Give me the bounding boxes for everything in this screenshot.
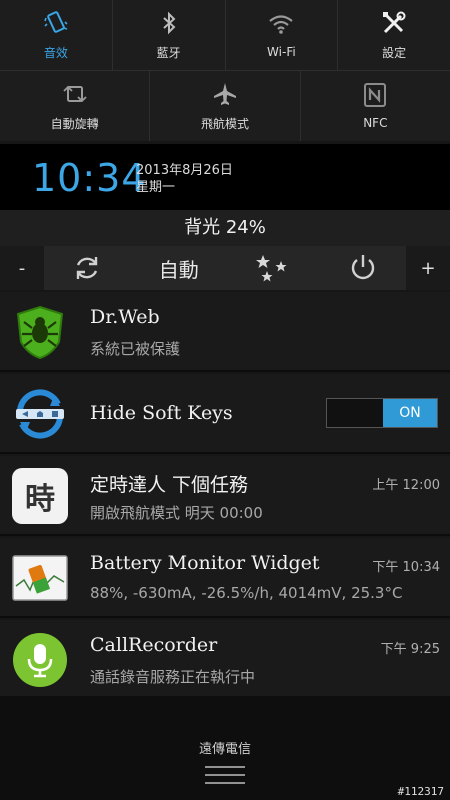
notification-drweb[interactable]: Dr.Web 系統已被保護: [0, 292, 450, 372]
tile-nfc[interactable]: NFC: [301, 71, 450, 141]
nfc-icon: [364, 83, 387, 107]
brightness-label: 背光 24%: [0, 210, 450, 246]
notification-title: CallRecorder: [90, 634, 218, 656]
bottom-area: 遠傳電信 #112317: [0, 696, 450, 800]
clock-date: 2013年8月26日: [136, 163, 233, 178]
notification-time: 下午 10:34: [372, 560, 440, 575]
watermark: #112317: [397, 785, 444, 798]
brightness-options: 自動: [44, 253, 406, 283]
notification-time: 上午 12:00: [372, 478, 440, 493]
tile-auto-rotate[interactable]: 自動旋轉: [0, 71, 151, 141]
tile-label: 音效: [43, 45, 68, 60]
clock-time: 10:34: [32, 156, 147, 200]
notification-timer-app[interactable]: 時 定時達人 下個任務 開啟飛航模式 明天 00:00 上午 12:00: [0, 456, 450, 536]
notification-title: 定時達人 下個任務: [90, 474, 249, 496]
battery-monitor-icon: [12, 555, 68, 601]
notification-subtitle: 通話錄音服務正在執行中: [90, 668, 256, 686]
notification-battery-monitor[interactable]: Battery Monitor Widget 88%, -630mA, -26.…: [0, 538, 450, 618]
tile-airplane-mode[interactable]: 飛航模式: [150, 71, 301, 141]
notification-title: Battery Monitor Widget: [90, 552, 320, 574]
tile-label: 自動旋轉: [50, 116, 99, 131]
notification-title: Hide Soft Keys: [90, 402, 233, 424]
toggle-off-side: [327, 399, 383, 427]
tile-settings[interactable]: 設定: [338, 0, 450, 70]
clock-date-block: 2013年8月26日 星期一: [136, 162, 233, 196]
notification-time: 下午 9:25: [380, 642, 440, 657]
notification-hide-soft-keys[interactable]: Hide Soft Keys ON: [0, 374, 450, 454]
brightness-increase-button[interactable]: +: [406, 246, 450, 290]
tile-label: 藍牙: [156, 45, 181, 60]
night-stars-icon[interactable]: [255, 253, 291, 283]
vibrate-icon: [44, 10, 68, 33]
tile-label: 飛航模式: [200, 116, 249, 131]
hide-soft-keys-toggle[interactable]: ON: [326, 398, 438, 428]
timer-app-icon-glyph: 時: [25, 482, 55, 517]
brightness-controls: - 自動 +: [0, 246, 450, 290]
power-icon[interactable]: [348, 253, 378, 283]
menu-handle-icon: [205, 766, 245, 784]
tile-sound[interactable]: 音效: [0, 0, 113, 70]
microphone-icon: [13, 633, 67, 687]
drweb-spider-icon: [16, 305, 64, 360]
tile-label: NFC: [363, 116, 388, 130]
notification-subtitle: 開啟飛航模式 明天 00:00: [90, 504, 263, 522]
toggle-on-label: ON: [383, 399, 437, 427]
sync-icon[interactable]: [72, 253, 102, 283]
timer-app-icon: 時: [12, 468, 68, 524]
clock-panel[interactable]: 10:34 2013年8月26日 星期一: [0, 144, 450, 210]
clock-weekday: 星期一: [136, 180, 176, 195]
hide-soft-keys-icon: [16, 389, 64, 439]
tile-wifi[interactable]: Wi-Fi: [226, 0, 339, 70]
bluetooth-icon: [162, 11, 176, 34]
quick-settings-top-row: 音效 藍牙 Wi-Fi 設定: [0, 0, 450, 71]
wifi-icon: [269, 15, 294, 34]
tile-label: Wi-Fi: [267, 45, 296, 59]
quick-settings-bottom-row: 自動旋轉 飛航模式 NFC: [0, 71, 450, 141]
tile-bluetooth[interactable]: 藍牙: [113, 0, 226, 70]
brightness-auto-button[interactable]: 自動: [159, 254, 199, 283]
carrier-label: 遠傳電信: [198, 742, 251, 757]
notification-subtitle: 系統已被保護: [90, 340, 181, 358]
airplane-icon: [213, 82, 236, 105]
notification-title: Dr.Web: [90, 306, 160, 328]
drawer-handle[interactable]: [0, 758, 450, 792]
settings-tools-icon: [383, 11, 406, 33]
tile-label: 設定: [382, 45, 407, 60]
notification-callrecorder[interactable]: CallRecorder 通話錄音服務正在執行中 下午 9:25: [0, 620, 450, 700]
notification-subtitle: 88%, -630mA, -26.5%/h, 4014mV, 25.3°C: [90, 584, 403, 602]
brightness-decrease-button[interactable]: -: [0, 246, 44, 290]
rotate-icon: [63, 85, 87, 102]
